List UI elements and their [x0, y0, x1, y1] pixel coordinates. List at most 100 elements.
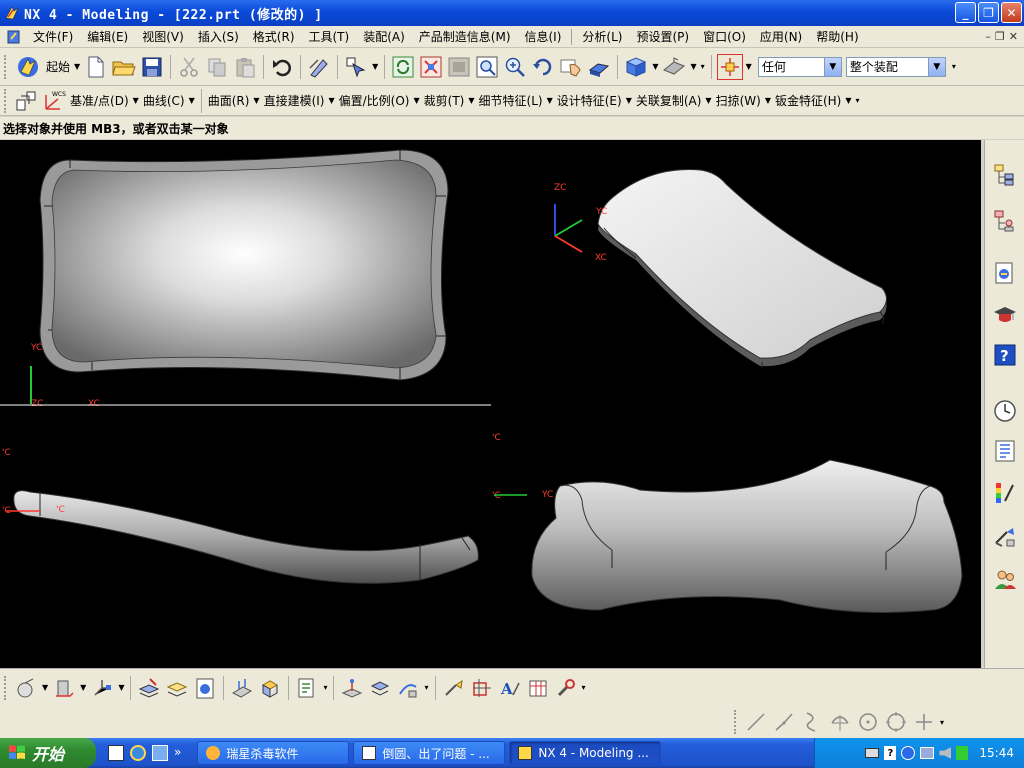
line-icon[interactable]	[743, 709, 769, 735]
render-style-dropdown-icon[interactable]: ▼	[652, 62, 658, 71]
shield-tray-icon[interactable]	[956, 746, 969, 760]
toolbar-sweep[interactable]: 扫掠(W)	[714, 92, 763, 109]
chevron-down-icon[interactable]: ▼	[118, 683, 124, 692]
point-icon[interactable]	[911, 709, 937, 735]
measure-body-icon[interactable]	[257, 675, 283, 701]
save-icon[interactable]	[139, 54, 165, 80]
transform-icon[interactable]	[469, 675, 495, 701]
chevron-down-icon[interactable]: ▼	[328, 96, 334, 105]
layer-settings-icon[interactable]	[136, 675, 162, 701]
toolbar-curve[interactable]: 曲线(C)	[141, 92, 187, 109]
chevron-down-icon[interactable]: ▼	[705, 96, 711, 105]
circle-icon[interactable]	[883, 709, 909, 735]
expression-icon[interactable]	[441, 675, 467, 701]
edit-object-icon[interactable]	[306, 54, 332, 80]
move-to-layer-icon[interactable]	[164, 675, 190, 701]
menu-view[interactable]: 视图(V)	[135, 28, 191, 45]
toolbar-options-icon[interactable]: ▾	[940, 718, 944, 727]
toolbar-grip[interactable]	[734, 710, 738, 734]
toolbar-options-icon[interactable]: ▾	[701, 62, 705, 71]
restore-button[interactable]: ❐	[978, 2, 999, 23]
front-view-part[interactable]	[13, 490, 479, 584]
menu-window[interactable]: 窗口(O)	[696, 28, 753, 45]
toolbar-grip[interactable]	[4, 54, 8, 79]
process-studio-icon[interactable]	[992, 524, 1018, 550]
menu-insert[interactable]: 插入(S)	[191, 28, 246, 45]
doc-restore-icon[interactable]: ❐	[995, 30, 1005, 43]
orient-dropdown-icon[interactable]: ▼	[690, 62, 696, 71]
text-icon[interactable]: A	[497, 675, 523, 701]
right-view-part[interactable]	[531, 459, 963, 613]
chevron-down-icon[interactable]: ▼	[42, 683, 48, 692]
datum-csys-icon[interactable]	[13, 88, 39, 114]
section-icon[interactable]	[51, 675, 77, 701]
datum-axis-icon[interactable]	[89, 675, 115, 701]
menu-help[interactable]: 帮助(H)	[809, 28, 865, 45]
polyline-icon[interactable]	[771, 709, 797, 735]
snap-point-icon[interactable]	[716, 53, 743, 80]
toolbar-sheet-metal[interactable]: 钣金特征(H)	[773, 92, 843, 109]
doc-close-icon[interactable]: ✕	[1009, 30, 1018, 43]
toolbar-trim[interactable]: 裁剪(T)	[422, 92, 467, 109]
wcs-icon[interactable]: WCS	[41, 88, 67, 114]
copy-icon[interactable]	[204, 54, 230, 80]
circle-point-icon[interactable]	[855, 709, 881, 735]
chevron-down-icon[interactable]: ▼	[547, 96, 553, 105]
chevron-down-icon[interactable]: ▼	[823, 57, 841, 76]
menu-analysis[interactable]: 分析(L)	[575, 28, 629, 45]
close-button[interactable]: ✕	[1001, 2, 1022, 23]
chevron-down-icon[interactable]: ▼	[80, 683, 86, 692]
toolbar-grip[interactable]	[4, 88, 8, 113]
toolbar-detail-feature[interactable]: 细节特征(L)	[477, 92, 545, 109]
display-icon[interactable]	[192, 675, 218, 701]
chevron-down-icon[interactable]: ▼	[414, 96, 420, 105]
menu-assembly[interactable]: 装配(A)	[356, 28, 412, 45]
toolbar-direct-modeling[interactable]: 直接建模(I)	[262, 92, 327, 109]
face-analysis-icon[interactable]	[367, 675, 393, 701]
selection-filter-icon[interactable]	[343, 54, 369, 80]
model-views[interactable]: YC ZC XC ZC YC XC 'C 'C 'C 'C 'C YC	[0, 140, 981, 668]
spline-icon[interactable]	[799, 709, 825, 735]
keyboard-icon[interactable]	[865, 748, 880, 758]
task-nx-modeling[interactable]: NX 4 - Modeling ...	[509, 741, 662, 765]
measure-distance-icon[interactable]	[229, 675, 255, 701]
toolbar-grip[interactable]	[4, 675, 8, 700]
menu-pmi[interactable]: 产品制造信息(M)	[412, 28, 518, 45]
minimize-button[interactable]: _	[955, 2, 976, 23]
history-palette-icon[interactable]	[992, 260, 1018, 286]
toolbar-offset-scale[interactable]: 偏置/比例(O)	[337, 92, 412, 109]
perspective-icon[interactable]	[586, 54, 612, 80]
show-desktop-icon[interactable]	[108, 745, 124, 761]
point-on-face-icon[interactable]	[339, 675, 365, 701]
top-view-part[interactable]	[39, 149, 449, 381]
roles-icon[interactable]	[992, 566, 1018, 592]
doc-minimize-icon[interactable]: –	[985, 30, 991, 43]
toolbar-options-icon[interactable]: ▾	[952, 62, 956, 71]
refresh-icon[interactable]	[390, 54, 416, 80]
table-icon[interactable]	[525, 675, 551, 701]
task-browser[interactable]: 倒圆、出了问题 - ...	[353, 741, 506, 765]
chevron-down-icon[interactable]: ▼	[133, 96, 139, 105]
zoom-area-icon[interactable]	[446, 54, 472, 80]
zoom-icon[interactable]	[502, 54, 528, 80]
start-dropdown-icon[interactable]: ▼	[74, 62, 80, 71]
fit-icon[interactable]	[418, 54, 444, 80]
rotate-icon[interactable]	[530, 54, 556, 80]
type-filter-select[interactable]: 任何 ▼	[757, 56, 842, 77]
chevron-down-icon[interactable]: ▾	[323, 683, 327, 692]
menu-format[interactable]: 格式(R)	[246, 28, 302, 45]
chevron-down-icon[interactable]: ▼	[927, 57, 945, 76]
start-icon[interactable]	[13, 54, 43, 80]
chevron-down-icon[interactable]: ▾	[424, 683, 428, 692]
pan-icon[interactable]	[558, 54, 584, 80]
wrench-icon[interactable]	[553, 675, 579, 701]
assembly-scope-select[interactable]: 整个装配 ▼	[845, 56, 946, 77]
curve-analysis-icon[interactable]	[395, 675, 421, 701]
toolbar-associative-copy[interactable]: 关联复制(A)	[634, 92, 704, 109]
arc-icon[interactable]	[827, 709, 853, 735]
chevron-down-icon[interactable]: ▼	[189, 96, 195, 105]
task-rising-antivirus[interactable]: 瑞星杀毒软件	[197, 741, 350, 765]
new-file-icon[interactable]	[83, 54, 109, 80]
network-icon[interactable]	[152, 745, 168, 761]
reuse-library-icon[interactable]	[992, 438, 1018, 464]
